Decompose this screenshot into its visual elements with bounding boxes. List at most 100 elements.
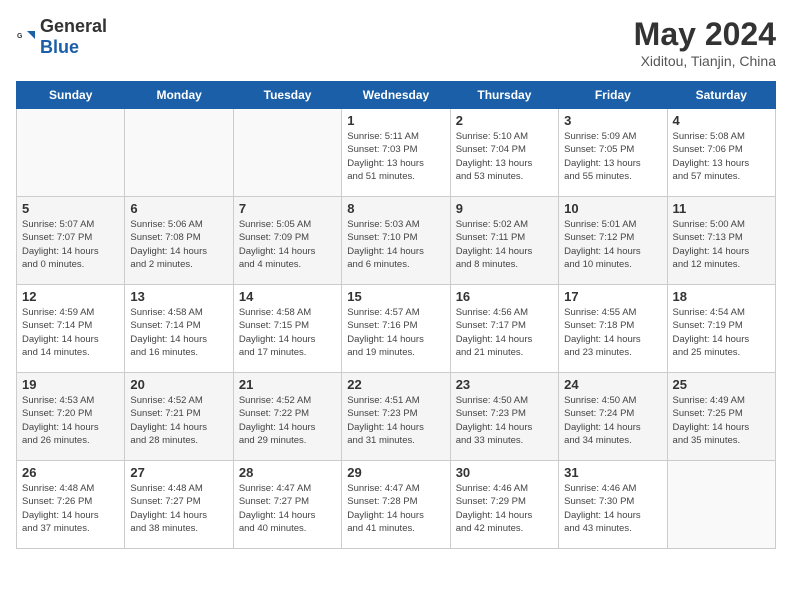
day-number: 1 [347, 113, 444, 128]
day-info: Sunrise: 5:11 AMSunset: 7:03 PMDaylight:… [347, 130, 444, 183]
weekday-header-sunday: Sunday [17, 82, 125, 109]
day-number: 28 [239, 465, 336, 480]
calendar-cell: 4 Sunrise: 5:08 AMSunset: 7:06 PMDaylight… [667, 109, 775, 197]
day-number: 20 [130, 377, 227, 392]
day-number: 6 [130, 201, 227, 216]
day-info: Sunrise: 5:03 AMSunset: 7:10 PMDaylight:… [347, 218, 444, 271]
day-number: 24 [564, 377, 661, 392]
weekday-header-tuesday: Tuesday [233, 82, 341, 109]
day-info: Sunrise: 4:54 AMSunset: 7:19 PMDaylight:… [673, 306, 770, 359]
calendar-cell: 29 Sunrise: 4:47 AMSunset: 7:28 PMDayligh… [342, 461, 450, 549]
day-info: Sunrise: 4:48 AMSunset: 7:27 PMDaylight:… [130, 482, 227, 535]
calendar-cell: 10 Sunrise: 5:01 AMSunset: 7:12 PMDayligh… [559, 197, 667, 285]
day-info: Sunrise: 4:57 AMSunset: 7:16 PMDaylight:… [347, 306, 444, 359]
day-info: Sunrise: 4:48 AMSunset: 7:26 PMDaylight:… [22, 482, 119, 535]
day-number: 14 [239, 289, 336, 304]
calendar-cell: 28 Sunrise: 4:47 AMSunset: 7:27 PMDayligh… [233, 461, 341, 549]
calendar-cell: 24 Sunrise: 4:50 AMSunset: 7:24 PMDayligh… [559, 373, 667, 461]
calendar-cell: 21 Sunrise: 4:52 AMSunset: 7:22 PMDayligh… [233, 373, 341, 461]
day-number: 29 [347, 465, 444, 480]
week-row-2: 5 Sunrise: 5:07 AMSunset: 7:07 PMDaylight… [17, 197, 776, 285]
calendar-cell [17, 109, 125, 197]
day-number: 31 [564, 465, 661, 480]
day-number: 9 [456, 201, 553, 216]
day-info: Sunrise: 4:49 AMSunset: 7:25 PMDaylight:… [673, 394, 770, 447]
calendar-cell: 1 Sunrise: 5:11 AMSunset: 7:03 PMDaylight… [342, 109, 450, 197]
calendar-cell: 8 Sunrise: 5:03 AMSunset: 7:10 PMDaylight… [342, 197, 450, 285]
day-number: 12 [22, 289, 119, 304]
day-info: Sunrise: 4:55 AMSunset: 7:18 PMDaylight:… [564, 306, 661, 359]
calendar-cell: 31Sunrise: 4:46 AMSunset: 7:30 PMDayligh… [559, 461, 667, 549]
calendar-cell [125, 109, 233, 197]
calendar-cell: 16Sunrise: 4:56 AMSunset: 7:17 PMDayligh… [450, 285, 558, 373]
calendar-cell: 15 Sunrise: 4:57 AMSunset: 7:16 PMDayligh… [342, 285, 450, 373]
title-block: May 2024 Xiditou, Tianjin, China [634, 16, 776, 69]
calendar-table: SundayMondayTuesdayWednesdayThursdayFrid… [16, 81, 776, 549]
day-number: 10 [564, 201, 661, 216]
day-number: 5 [22, 201, 119, 216]
calendar-title: May 2024 [634, 16, 776, 53]
day-info: Sunrise: 4:50 AMSunset: 7:24 PMDaylight:… [564, 394, 661, 447]
day-number: 16 [456, 289, 553, 304]
day-number: 11 [673, 201, 770, 216]
day-info: Sunrise: 5:02 AMSunset: 7:11 PMDaylight:… [456, 218, 553, 271]
calendar-cell: 3 Sunrise: 5:09 AMSunset: 7:05 PMDaylight… [559, 109, 667, 197]
weekday-header-monday: Monday [125, 82, 233, 109]
day-number: 23 [456, 377, 553, 392]
day-info: Sunrise: 5:00 AMSunset: 7:13 PMDaylight:… [673, 218, 770, 271]
logo-wordmark: General Blue [40, 16, 107, 58]
calendar-cell: 22 Sunrise: 4:51 AMSunset: 7:23 PMDayligh… [342, 373, 450, 461]
calendar-cell: 6 Sunrise: 5:06 AMSunset: 7:08 PMDaylight… [125, 197, 233, 285]
calendar-cell: 12 Sunrise: 4:59 AMSunset: 7:14 PMDayligh… [17, 285, 125, 373]
day-number: 25 [673, 377, 770, 392]
weekday-header-wednesday: Wednesday [342, 82, 450, 109]
calendar-cell: 30Sunrise: 4:46 AMSunset: 7:29 PMDayligh… [450, 461, 558, 549]
day-number: 21 [239, 377, 336, 392]
calendar-cell [667, 461, 775, 549]
day-info: Sunrise: 4:47 AMSunset: 7:28 PMDaylight:… [347, 482, 444, 535]
day-number: 27 [130, 465, 227, 480]
day-number: 18 [673, 289, 770, 304]
day-info: Sunrise: 4:53 AMSunset: 7:20 PMDaylight:… [22, 394, 119, 447]
week-row-4: 19 Sunrise: 4:53 AMSunset: 7:20 PMDayligh… [17, 373, 776, 461]
logo-blue-text: Blue [40, 37, 79, 57]
week-row-5: 26 Sunrise: 4:48 AMSunset: 7:26 PMDayligh… [17, 461, 776, 549]
calendar-cell: 25 Sunrise: 4:49 AMSunset: 7:25 PMDayligh… [667, 373, 775, 461]
calendar-cell: 5 Sunrise: 5:07 AMSunset: 7:07 PMDaylight… [17, 197, 125, 285]
day-info: Sunrise: 4:58 AMSunset: 7:14 PMDaylight:… [130, 306, 227, 359]
calendar-cell: 26 Sunrise: 4:48 AMSunset: 7:26 PMDayligh… [17, 461, 125, 549]
day-number: 3 [564, 113, 661, 128]
logo-general-text: General [40, 16, 107, 36]
day-number: 15 [347, 289, 444, 304]
calendar-cell: 27 Sunrise: 4:48 AMSunset: 7:27 PMDayligh… [125, 461, 233, 549]
day-info: Sunrise: 4:59 AMSunset: 7:14 PMDaylight:… [22, 306, 119, 359]
day-info: Sunrise: 4:51 AMSunset: 7:23 PMDaylight:… [347, 394, 444, 447]
day-info: Sunrise: 5:09 AMSunset: 7:05 PMDaylight:… [564, 130, 661, 183]
day-number: 4 [673, 113, 770, 128]
week-row-3: 12 Sunrise: 4:59 AMSunset: 7:14 PMDayligh… [17, 285, 776, 373]
day-number: 8 [347, 201, 444, 216]
day-info: Sunrise: 5:01 AMSunset: 7:12 PMDaylight:… [564, 218, 661, 271]
day-number: 22 [347, 377, 444, 392]
day-number: 19 [22, 377, 119, 392]
calendar-cell [233, 109, 341, 197]
day-info: Sunrise: 5:07 AMSunset: 7:07 PMDaylight:… [22, 218, 119, 271]
day-info: Sunrise: 4:52 AMSunset: 7:22 PMDaylight:… [239, 394, 336, 447]
weekday-header-thursday: Thursday [450, 82, 558, 109]
day-info: Sunrise: 5:10 AMSunset: 7:04 PMDaylight:… [456, 130, 553, 183]
day-info: Sunrise: 5:08 AMSunset: 7:06 PMDaylight:… [673, 130, 770, 183]
day-number: 30 [456, 465, 553, 480]
day-info: Sunrise: 4:47 AMSunset: 7:27 PMDaylight:… [239, 482, 336, 535]
calendar-cell: 20Sunrise: 4:52 AMSunset: 7:21 PMDayligh… [125, 373, 233, 461]
day-info: Sunrise: 5:06 AMSunset: 7:08 PMDaylight:… [130, 218, 227, 271]
calendar-cell: 11 Sunrise: 5:00 AMSunset: 7:13 PMDayligh… [667, 197, 775, 285]
calendar-cell: 14Sunrise: 4:58 AMSunset: 7:15 PMDayligh… [233, 285, 341, 373]
day-number: 26 [22, 465, 119, 480]
day-number: 2 [456, 113, 553, 128]
calendar-cell: 23 Sunrise: 4:50 AMSunset: 7:23 PMDayligh… [450, 373, 558, 461]
day-info: Sunrise: 4:50 AMSunset: 7:23 PMDaylight:… [456, 394, 553, 447]
calendar-cell: 17 Sunrise: 4:55 AMSunset: 7:18 PMDayligh… [559, 285, 667, 373]
logo-icon: G [16, 27, 36, 47]
calendar-cell: 2 Sunrise: 5:10 AMSunset: 7:04 PMDaylight… [450, 109, 558, 197]
day-number: 17 [564, 289, 661, 304]
